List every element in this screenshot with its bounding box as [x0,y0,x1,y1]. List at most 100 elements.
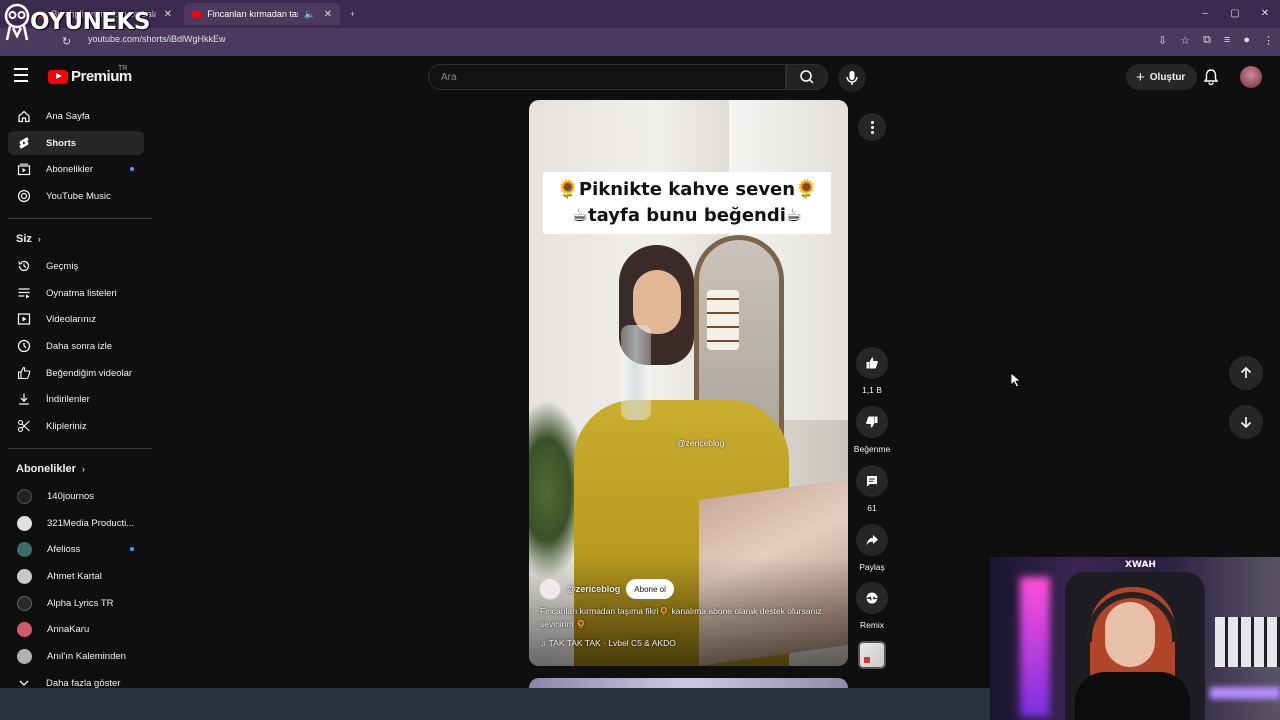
mouse-cursor-icon [1010,372,1022,388]
dislike-action: Beğenme [851,406,893,454]
sidebar-channel[interactable]: Ahmet Kartal [8,564,144,588]
star-icon[interactable]: ☆ [1180,34,1190,47]
media-icon[interactable]: ≡ [1224,34,1230,47]
sidebar-item-label: Videolarınız [46,313,96,325]
music-credit[interactable]: ♫ TAK TAK TAK · Lvbel C5 & AKDO [540,638,676,648]
sidebar-item-downloads[interactable]: İndirilenler [8,387,144,411]
webcam-background-shelf [1215,617,1280,667]
sidebar-section-you[interactable]: Siz › [16,233,41,245]
overlay-watermark: OYUNEKS [2,2,150,42]
notifications-button[interactable] [1202,68,1220,86]
browser-tab-2-label: Fincanları kırmadan taşıma [207,9,298,19]
sidebar-item-shorts[interactable]: Shorts [8,131,144,155]
sidebar-item-subscriptions[interactable]: Abonelikler [8,157,144,181]
guide-menu-button[interactable] [14,68,34,84]
owl-logo-icon [4,3,30,41]
video-description[interactable]: Fincanları kırmadan taşıma fikri🌻 kanalı… [540,605,830,631]
speaker-icon[interactable]: 🔈 [304,9,315,20]
sidebar: Ana Sayfa Shorts Abonelikler YouTube Mus… [0,100,156,720]
next-short-button[interactable] [1229,405,1263,439]
channel-handle[interactable]: @zericeblog [567,584,620,594]
watch-later-icon [17,339,31,353]
video-caption-line-1: 🌻Piknikte kahve seven🌻 [556,179,818,200]
sidebar-item-clips[interactable]: Klipleriniz [8,414,144,438]
extensions-icon[interactable]: ⧉ [1203,34,1211,47]
sidebar-item-youtube-music[interactable]: YouTube Music [8,184,144,208]
account-avatar[interactable] [1240,66,1262,88]
close-icon[interactable]: ✕ [324,9,332,20]
country-code: TR [118,65,128,72]
voice-search-button[interactable] [838,64,866,92]
music-title: TAK TAK TAK · Lvbel C5 & AKDO [548,638,676,648]
remix-label: Remix [859,620,885,630]
search-input[interactable] [429,65,785,89]
sidebar-channel[interactable]: Anıl'ın Kaleminden [8,644,144,668]
channel-name: 321Media Producti... [47,517,135,529]
close-icon[interactable]: ✕ [164,9,172,20]
youtube-logo[interactable]: Premium TR [48,65,132,85]
sidebar-item-label: Beğendiğim videolar [46,367,133,379]
minimize-button[interactable]: – [1190,0,1220,28]
window-controls: – ▢ ✕ [1190,0,1280,28]
sidebar-item-home[interactable]: Ana Sayfa [8,104,144,128]
install-icon[interactable]: ⇩ [1158,34,1167,47]
channel-name: Alpha Lyrics TR [47,597,114,609]
profile-icon[interactable]: ● [1243,34,1250,47]
sidebar-channel[interactable]: Alpha Lyrics TR [8,591,144,615]
dislike-button[interactable] [856,406,888,438]
channel-name: Afelioss [47,543,81,555]
sidebar-item-label: Shorts [46,137,77,149]
remix-button[interactable] [856,582,888,614]
kebab-menu-icon[interactable]: ⋮ [1263,34,1274,47]
sidebar-item-playlists[interactable]: Oynatma listeleri [8,281,144,305]
channel-name: AnnaKaru [47,623,90,635]
microphone-icon [846,71,858,85]
thumbs-up-icon [866,357,878,369]
remix-action: Remix [851,582,893,630]
channel-avatar[interactable] [539,578,561,600]
video-scene-cups [707,290,739,350]
more-options-button[interactable] [858,113,886,141]
create-button[interactable]: + Oluştur [1126,64,1198,90]
channel-avatar [17,621,32,637]
sound-thumbnail[interactable] [858,641,886,669]
channel-avatar [17,568,32,584]
sidebar-item-your-videos[interactable]: Videolarınız [8,307,144,331]
sidebar-item-history[interactable]: Geçmiş [8,254,144,278]
like-button[interactable] [856,347,888,379]
video-caption: 🌻Piknikte kahve seven🌻 ☕tayfa bunu beğen… [543,172,831,234]
sidebar-channel[interactable]: 321Media Producti... [8,511,144,535]
arrow-down-icon [1240,417,1252,429]
sidebar-item-watch-later[interactable]: Daha sonra izle [8,334,144,358]
comment-count: 61 [867,503,877,513]
short-video-player[interactable]: 🌻Piknikte kahve seven🌻 ☕tayfa bunu beğen… [529,100,848,666]
liked-icon [17,366,31,380]
browser-tab-2[interactable]: Fincanları kırmadan taşıma 🔈 ✕ [184,3,340,25]
sidebar-section-subscriptions[interactable]: Abonelikler › [16,463,85,475]
channel-avatar [17,648,32,664]
sidebar-item-label: Geçmiş [46,260,79,272]
bottom-overlay-band [0,688,990,720]
search-button[interactable] [786,64,828,90]
sidebar-item-label: YouTube Music [46,190,111,202]
webcam-chair-brand: XWAH [1125,560,1156,570]
sidebar-channel[interactable]: Afelioss [8,537,144,561]
sidebar-item-label: Abonelikler [46,163,93,175]
maximize-button[interactable]: ▢ [1220,0,1250,28]
search-box [428,64,786,90]
close-window-button[interactable]: ✕ [1250,0,1280,28]
previous-short-button[interactable] [1229,356,1263,390]
share-button[interactable] [856,524,888,556]
channel-avatar [17,595,32,611]
chevron-right-icon: › [37,234,41,244]
new-tab-button[interactable]: + [342,3,363,25]
channel-name: Anıl'ın Kaleminden [47,650,126,662]
clips-icon [17,419,31,433]
sidebar-item-liked-videos[interactable]: Beğendiğim videolar [8,361,144,385]
comments-button[interactable] [856,465,888,497]
subscribe-button[interactable]: Abone ol [626,579,674,599]
sidebar-divider [8,448,152,449]
sidebar-channel[interactable]: 140journos [8,484,144,508]
like-count: 1,1 B [862,385,882,395]
sidebar-channel[interactable]: AnnaKaru [8,617,144,641]
